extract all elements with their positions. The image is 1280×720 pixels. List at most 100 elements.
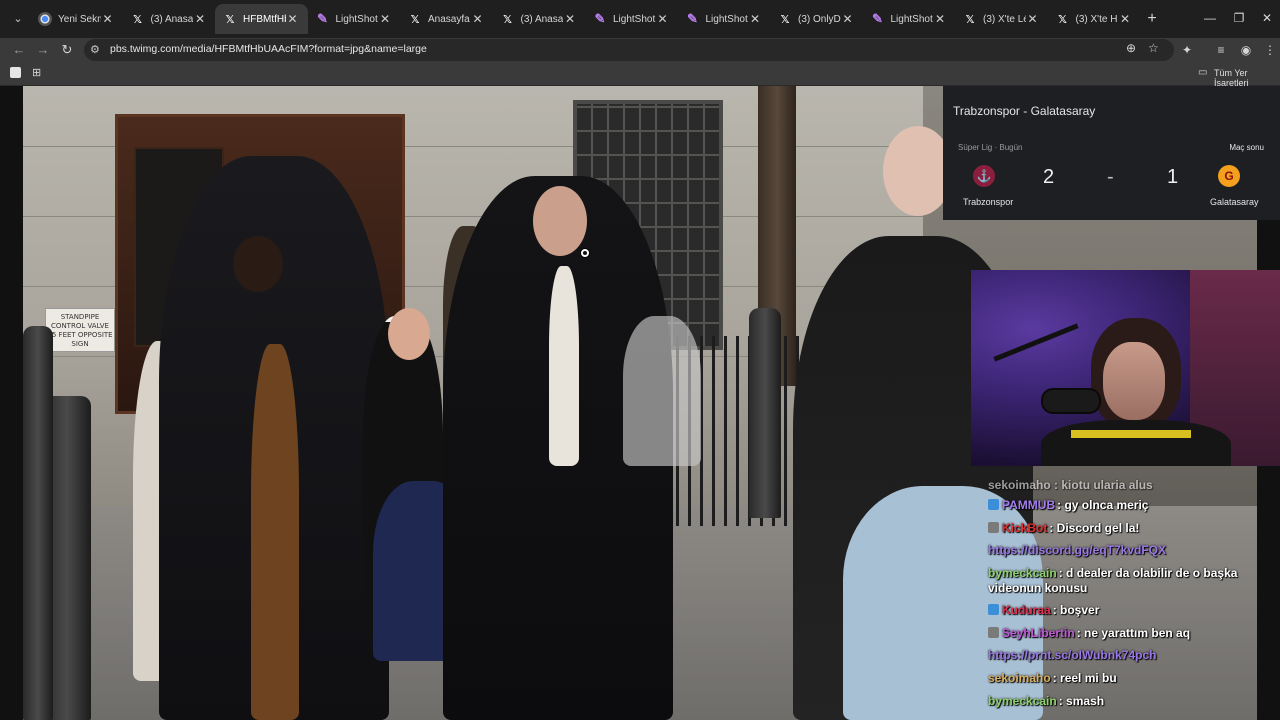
x-icon: 𝕏 [503, 12, 512, 26]
chat-message: KickBot: Discord gel la! [988, 521, 1256, 536]
menu-icon[interactable]: ⋮ [1261, 40, 1279, 60]
lightshot-icon: ✎ [872, 11, 883, 26]
fence-post [749, 308, 781, 518]
browser-tab[interactable]: ✎ LightShot ta✕ [678, 4, 771, 34]
tab-title: Anasayfa / X [428, 13, 471, 25]
match-status: Maç sonu [1229, 143, 1264, 152]
streamer-shirt [1041, 420, 1231, 466]
close-tab-icon[interactable]: ✕ [563, 12, 577, 26]
away-team-name: Galatasaray [1210, 197, 1259, 207]
match-title: Trabzonspor - Galatasaray [953, 104, 1096, 118]
tab-title: LightShot ta [705, 13, 749, 25]
close-tab-icon[interactable]: ✕ [656, 12, 670, 26]
mic-arm [993, 323, 1079, 362]
browser-tab[interactable]: 𝕏 (3) X'te Hum✕ [1048, 4, 1141, 34]
x-icon: 𝕏 [133, 12, 142, 26]
close-tab-icon[interactable]: ✕ [471, 12, 485, 26]
chat-username[interactable]: PAMMUB [1002, 498, 1055, 512]
close-tab-icon[interactable]: ✕ [286, 12, 300, 26]
minimize-button[interactable]: — [1195, 8, 1225, 28]
profile-icon[interactable]: ◉ [1237, 40, 1255, 60]
close-tab-icon[interactable]: ✕ [378, 12, 392, 26]
chrome-icon [38, 12, 52, 26]
media-controls-icon[interactable]: ≡ [1212, 40, 1230, 60]
bookmarks-bar: ⊞ ▭ Tüm Yer İşaretleri [0, 62, 1280, 88]
close-tab-icon[interactable]: ✕ [841, 12, 855, 26]
chat-text: : boşver [1052, 603, 1100, 617]
microphone-icon [1041, 388, 1101, 414]
browser-tab[interactable]: 𝕏 (3) X'te Léon✕ [955, 4, 1048, 34]
new-tab-button[interactable]: + [1142, 9, 1162, 29]
tab-title: (3) Anasayfa [520, 13, 564, 25]
browser-tab[interactable]: ✎ LightShot ta✕ [585, 4, 678, 34]
forward-button[interactable]: → [33, 40, 53, 60]
browser-tab[interactable]: Yeni Sekme✕ [30, 4, 123, 34]
browser-tab[interactable]: 𝕏 Anasayfa / X✕ [400, 4, 493, 34]
tab-title: LightShot ta [613, 13, 656, 25]
x-icon: 𝕏 [225, 12, 235, 26]
url-text[interactable]: pbs.twimg.com/media/HFBMtfHbUAAcFIM?form… [110, 43, 427, 55]
zoom-icon[interactable]: ⊕ [1126, 41, 1136, 55]
browser-tab[interactable]: 𝕏 HFBMtfHbUA✕ [215, 4, 308, 34]
site-info-icon[interactable]: ⚙ [90, 43, 100, 56]
chat-message: https://discord.gg/eqT7kvdFQX [988, 543, 1256, 558]
folder-icon[interactable]: ▭ [1198, 67, 1207, 78]
bookmark-star-icon[interactable]: ☆ [1148, 41, 1159, 55]
chat-badge-icon [988, 627, 999, 638]
apps-grid-icon[interactable]: ⊞ [32, 66, 41, 79]
chat-text: : Discord gel la! [1049, 521, 1140, 535]
restore-button[interactable]: ❐ [1224, 8, 1254, 28]
standpipe-sign: STANDPIPE CONTROL VALVE 35 FEET OPPOSITE… [45, 308, 115, 352]
chat-link[interactable]: https://discord.gg/eqT7kvdFQX [988, 543, 1166, 557]
close-tab-icon[interactable]: ✕ [748, 12, 762, 26]
omnibox[interactable]: ⚙ pbs.twimg.com/media/HFBMtfHbUAAcFIM?fo… [84, 39, 1174, 61]
mouse-cursor [581, 249, 589, 257]
chat-text: : smash [1058, 694, 1105, 708]
trabzonspor-crest-icon: ⚓ [973, 165, 995, 187]
close-tab-icon[interactable]: ✕ [1118, 12, 1132, 26]
chat-message: SeyhLibertin: ne yarattım ben aq [988, 626, 1256, 641]
extensions-icon[interactable]: ✦ [1178, 40, 1196, 60]
chat-username[interactable]: bymeckcain [988, 566, 1057, 580]
chat-username[interactable]: SeyhLibertin [1002, 626, 1075, 640]
chat-username[interactable]: Kuduraa [1002, 603, 1051, 617]
tab-title: Yeni Sekme [58, 13, 101, 25]
x-icon: 𝕏 [780, 12, 790, 26]
close-tab-icon[interactable]: ✕ [1026, 12, 1040, 26]
hooded-face [233, 236, 283, 292]
chat-message: https://prnt.sc/oIWubnk74pch [988, 648, 1256, 663]
chat-message: Kuduraa: boşver [988, 603, 1256, 618]
browser-tab[interactable]: ✎ LightShot ta✕ [863, 4, 956, 34]
tab-strip: ⌄ Yeni Sekme✕𝕏(3) Anasayfa✕𝕏HFBMtfHbUA✕✎… [0, 0, 1280, 38]
tab-search-button[interactable]: ⌄ [8, 9, 28, 29]
reload-button[interactable]: ↻ [57, 40, 77, 60]
bookmark-tile-icon[interactable] [10, 67, 21, 78]
close-tab-icon[interactable]: ✕ [933, 12, 947, 26]
chat-link[interactable]: https://prnt.sc/oIWubnk74pch [988, 648, 1156, 662]
chat-username[interactable]: KickBot [1002, 521, 1047, 535]
browser-tab[interactable]: 𝕏 (3) Anasayfa✕ [493, 4, 586, 34]
chat-badge-icon [988, 604, 999, 615]
away-score: 1 [1167, 166, 1179, 188]
close-tab-icon[interactable]: ✕ [101, 12, 115, 26]
league-label: Süper Lig · Bugün [958, 143, 1023, 152]
home-score: 2 [1043, 166, 1055, 188]
close-tab-icon[interactable]: ✕ [193, 12, 207, 26]
chat-username[interactable]: sekoimaho [988, 671, 1051, 685]
score-widget[interactable]: Trabzonspor - Galatasaray Süper Lig · Bu… [943, 86, 1280, 220]
browser-tab[interactable]: ✎ LightShot ta✕ [308, 4, 401, 34]
shirt-stripe [1071, 430, 1191, 438]
bollard-post [23, 326, 53, 720]
all-bookmarks-link[interactable]: Tüm Yer İşaretleri [1214, 68, 1280, 88]
close-window-button[interactable]: ✕ [1252, 8, 1280, 28]
woman-face [388, 308, 430, 360]
chat-text: : gy olnca meriç [1057, 498, 1149, 512]
tab-list: Yeni Sekme✕𝕏(3) Anasayfa✕𝕏HFBMtfHbUA✕✎Li… [30, 4, 1140, 34]
chat-username[interactable]: bymeckcain [988, 694, 1057, 708]
x-icon: 𝕏 [1058, 12, 1067, 26]
chat-message: PAMMUB: gy olnca meriç [988, 498, 1256, 513]
chat-text: : reel mi bu [1052, 671, 1117, 685]
browser-tab[interactable]: 𝕏 (3) Anasayfa✕ [123, 4, 216, 34]
browser-tab[interactable]: 𝕏 (3) OnlyDrar✕ [770, 4, 863, 34]
back-button[interactable]: ← [9, 40, 29, 60]
